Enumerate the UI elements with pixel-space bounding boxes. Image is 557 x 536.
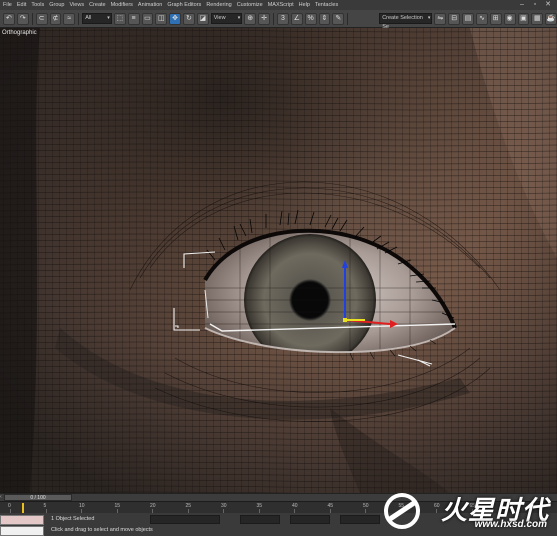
close-icon[interactable]: ✕	[543, 0, 553, 10]
reference-coordinate-dropdown[interactable]: View ▾	[210, 13, 243, 24]
select-scale-icon[interactable]: ◪	[196, 12, 209, 25]
curve-editor-icon[interactable]: ∿	[475, 12, 488, 25]
menu-item-graph-editors[interactable]: Graph Editors	[167, 0, 201, 10]
toolbar-divider	[273, 12, 274, 25]
orthographic-viewport[interactable]: Orthographic	[0, 28, 557, 493]
rect-selection-icon[interactable]: ▭	[141, 12, 154, 25]
menu-item-maxscript[interactable]: MAXScript	[268, 0, 294, 10]
main-toolbar: ↶ ↷ ⊂ ⊄ ≈ All ▾ ⬚ ≡ ▭ ◫ ✥ ↻ ◪ View ▾ ⊕ ✛ 3…	[0, 10, 557, 30]
eye-wireframe-render	[0, 28, 557, 493]
undo-icon[interactable]: ↶	[3, 12, 15, 25]
select-object-icon[interactable]: ⬚	[113, 12, 126, 25]
layer-manager-icon[interactable]: ▤	[462, 12, 474, 25]
slider-prev-icon[interactable]: ‹	[0, 494, 4, 501]
x-coordinate-field[interactable]	[240, 515, 280, 524]
menu-bar: File Edit Tools Group Views Create Modifiers An…	[0, 0, 557, 10]
menu-item-rendering[interactable]: Rendering	[206, 0, 231, 10]
window-controls: – ▫ ✕	[517, 0, 553, 10]
time-slider-thumb[interactable]: 0 / 100	[4, 494, 72, 501]
toolbar-divider	[78, 12, 80, 25]
menu-item-views[interactable]: Views	[70, 0, 85, 10]
angle-snap-icon[interactable]: ∠	[290, 12, 303, 25]
menu-item-help[interactable]: Help	[299, 0, 310, 10]
bind-space-warp-icon[interactable]: ≈	[63, 12, 76, 25]
selection-filter-dropdown[interactable]: All ▾	[82, 13, 112, 24]
manipulate-icon[interactable]: ✛	[258, 12, 270, 25]
render-setup-icon[interactable]: ▣	[517, 12, 530, 25]
menu-item-create[interactable]: Create	[89, 0, 106, 10]
minimize-icon[interactable]: –	[517, 0, 527, 10]
selection-status-text: 1 Object Selected	[51, 516, 95, 522]
current-frame-marker[interactable]	[22, 503, 24, 513]
menu-item-tentacles[interactable]: Tentacles	[315, 0, 338, 10]
unlink-icon[interactable]: ⊄	[49, 12, 62, 25]
schematic-view-icon[interactable]: ⊞	[489, 12, 502, 25]
toolbar-divider	[31, 12, 33, 25]
maximize-icon[interactable]: ▫	[530, 0, 540, 10]
percent-snap-icon[interactable]: %	[304, 12, 317, 25]
render-frame-icon[interactable]: ▦	[531, 12, 544, 25]
menu-item-group[interactable]: Group	[49, 0, 64, 10]
select-by-name-icon[interactable]: ≡	[127, 12, 140, 25]
edit-named-selection-icon[interactable]: ✎	[332, 12, 345, 25]
toolbar-divider	[347, 12, 349, 25]
menu-item-customize[interactable]: Customize	[237, 0, 263, 10]
menu-item-file[interactable]: File	[3, 0, 12, 10]
align-icon[interactable]: ⊟	[448, 12, 461, 25]
menu-item-modifiers[interactable]: Modifiers	[111, 0, 133, 10]
watermark-url: www.hxsd.com	[474, 519, 547, 530]
spinner-snap-icon[interactable]: ⇕	[318, 12, 331, 25]
named-selection-sets-dropdown[interactable]: Create Selection Se ▾	[379, 13, 433, 30]
link-icon[interactable]: ⊂	[35, 12, 48, 25]
maxscript-listener-swatch[interactable]	[0, 515, 44, 525]
window-crossing-icon[interactable]: ◫	[155, 12, 168, 25]
redo-icon[interactable]: ↷	[16, 12, 29, 25]
select-move-icon[interactable]: ✥	[169, 12, 182, 25]
y-coordinate-field[interactable]	[290, 515, 330, 524]
maxscript-mini-listener[interactable]	[0, 526, 44, 536]
mirror-icon[interactable]: ⇋	[434, 12, 447, 25]
material-editor-icon[interactable]: ◉	[503, 12, 516, 25]
pivot-center-icon[interactable]: ⊕	[244, 12, 257, 25]
menu-item-tools[interactable]: Tools	[31, 0, 44, 10]
selection-lock-field[interactable]	[150, 515, 220, 524]
z-coordinate-field[interactable]	[340, 515, 380, 524]
snap-toggle-icon[interactable]: 3	[276, 12, 289, 25]
viewport-label[interactable]: Orthographic	[2, 30, 37, 36]
menu-item-animation[interactable]: Animation	[138, 0, 162, 10]
select-rotate-icon[interactable]: ↻	[183, 12, 195, 25]
prompt-line-text: Click and drag to select and move object…	[51, 527, 153, 533]
render-production-icon[interactable]: ☕	[545, 12, 557, 25]
menu-item-edit[interactable]: Edit	[17, 0, 26, 10]
